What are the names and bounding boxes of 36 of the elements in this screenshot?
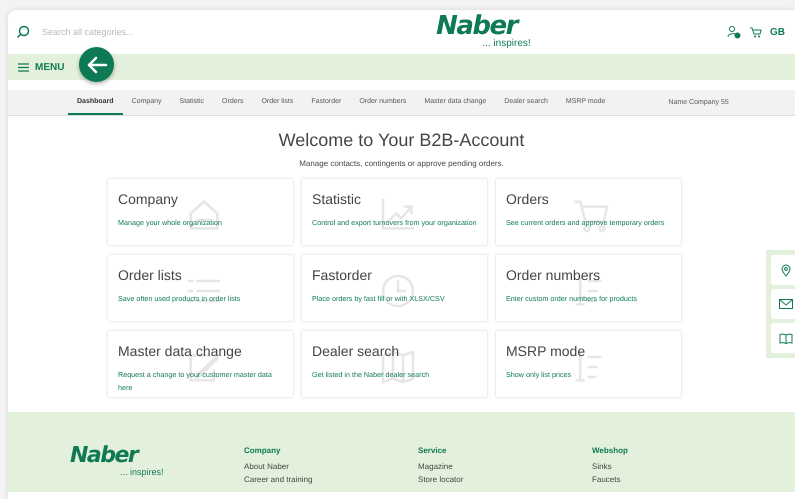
card-title: Master data change [118, 343, 243, 359]
back-button[interactable] [79, 47, 114, 82]
book-icon[interactable] [771, 323, 795, 353]
logo-wordmark: Naber [436, 14, 517, 38]
menu-icon [18, 62, 29, 72]
page-subtitle: Manage contacts, contingents or approve pending orders. [299, 159, 504, 168]
card-title: Fastorder [312, 267, 373, 283]
footer-link[interactable]: Sinks [592, 462, 766, 471]
language-selector[interactable]: GB [770, 26, 785, 38]
search-field[interactable]: Search all categories... [40, 26, 304, 38]
footer-heading: Service [418, 446, 448, 455]
card-title: Company [118, 191, 179, 207]
footer-link[interactable]: Faucets [592, 475, 766, 484]
menu-button[interactable]: MENU [18, 62, 64, 72]
card-title: Order numbers [506, 267, 602, 283]
footer-link[interactable]: Career and training [244, 475, 418, 484]
card-title: Orders [506, 191, 550, 207]
mail-icon[interactable] [771, 289, 795, 319]
logo-tagline: ... inspires! [482, 38, 531, 50]
footer-heading: Company [244, 446, 282, 455]
card-title: MSRP mode [506, 343, 586, 359]
card-title: Dealer search [312, 343, 400, 359]
footer-link[interactable]: Magazine [418, 462, 592, 471]
logo-wordmark: Naber [70, 446, 140, 466]
footer-heading: Webshop [592, 446, 629, 455]
location-pin-icon[interactable] [771, 255, 795, 285]
card-title: Statistic [312, 191, 362, 207]
arrow-left-icon [86, 56, 108, 74]
logo-tagline: ... inspires! [120, 466, 164, 478]
footer-link[interactable]: About Naber [244, 462, 418, 471]
page-title: Welcome to Your B2B-Account [278, 130, 524, 151]
footer-link[interactable]: Store locator [418, 475, 592, 484]
card-title: Order lists [118, 267, 183, 283]
account-icon[interactable] [727, 25, 741, 39]
cart-icon[interactable] [749, 26, 762, 38]
search-icon[interactable] [16, 25, 30, 39]
